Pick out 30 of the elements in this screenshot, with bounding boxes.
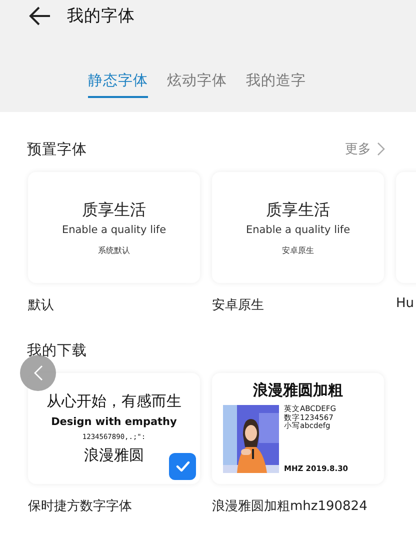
more-link[interactable]: 更多 <box>345 140 385 158</box>
scroll-left-button[interactable] <box>20 355 56 391</box>
section-title: 预置字体 <box>27 140 87 158</box>
font-caption: 安卓原生 <box>282 244 314 256</box>
poster-heading: 浪漫雅圆加粗 <box>253 381 343 400</box>
tab[interactable]: 静态字体 <box>88 70 148 98</box>
font-card[interactable]: 质享生活 Enable a quality life 安卓原生 <box>212 172 384 283</box>
font-name: 默认 <box>28 297 55 314</box>
section-title: 我的下载 <box>27 342 87 360</box>
tab[interactable]: 我的造字 <box>246 70 306 98</box>
sample-heading: 质享生活 <box>82 200 146 220</box>
font-name: 保时捷方数字字体 <box>28 498 133 515</box>
sample-text: Enable a quality life <box>62 224 166 236</box>
sample-text: Enable a quality life <box>246 224 350 236</box>
font-name: 安卓原生 <box>212 297 265 314</box>
chevron-left-icon <box>34 365 42 381</box>
font-card[interactable]: 质享生活 Enable a quality life 系统默认 <box>28 172 200 283</box>
check-icon <box>176 461 190 472</box>
font-name: 浪漫雅圆加粗mhz190824 <box>212 498 368 515</box>
page-title: 我的字体 <box>67 5 135 27</box>
checkbox[interactable] <box>169 453 196 480</box>
tab[interactable]: 炫动字体 <box>167 70 227 98</box>
font-name: Hu <box>396 296 416 311</box>
font-caption: 系统默认 <box>98 244 130 256</box>
sample-heading: 质享生活 <box>266 200 330 220</box>
specimen-line: Design with empathy <box>51 416 177 428</box>
specimen-line: 从心开始，有感而生 <box>46 392 182 411</box>
back-button[interactable] <box>29 6 51 26</box>
specimen-line: 浪漫雅圆 <box>84 446 144 465</box>
chevron-right-icon <box>377 142 385 156</box>
